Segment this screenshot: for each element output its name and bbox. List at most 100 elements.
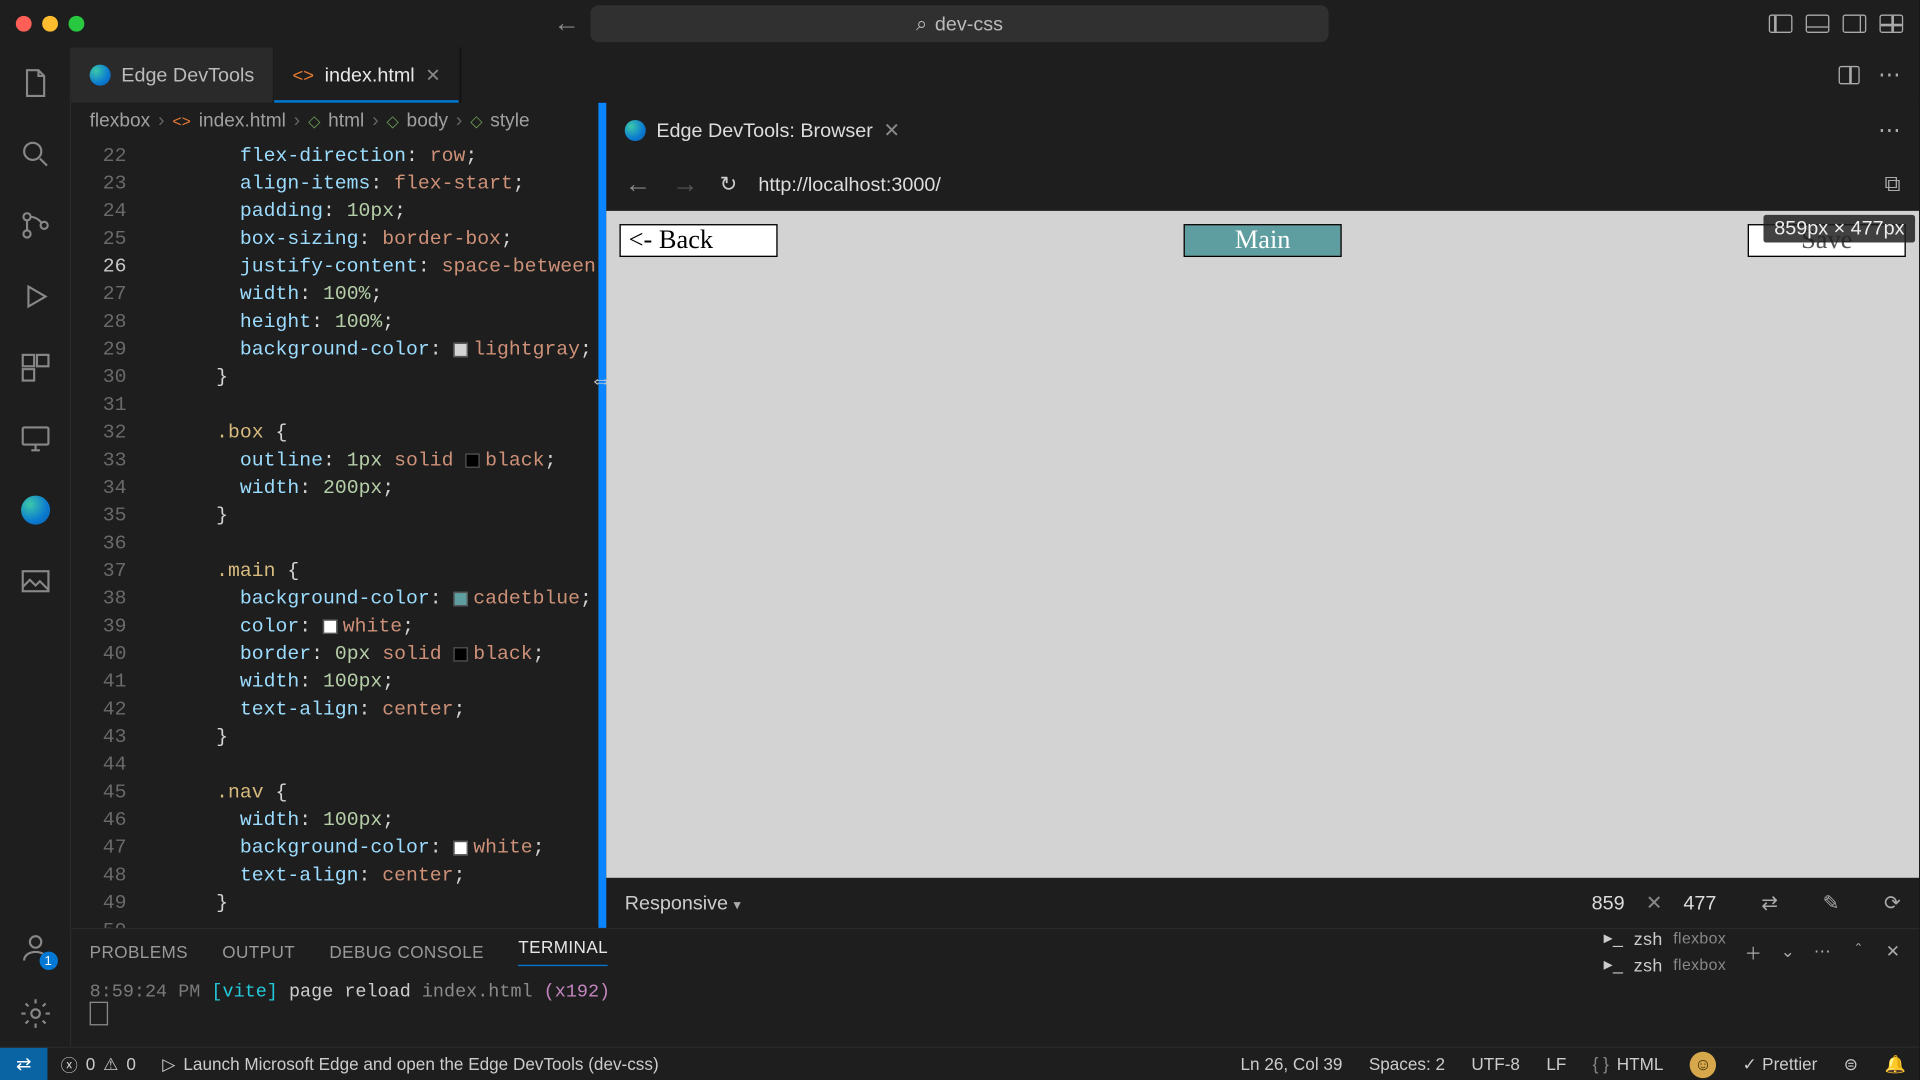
tab-browser[interactable]: Edge DevTools: Browser ✕ bbox=[606, 103, 918, 158]
search-icon[interactable] bbox=[18, 137, 52, 171]
close-window[interactable] bbox=[16, 16, 32, 32]
status-feedback-icon[interactable]: ⊜ bbox=[1831, 1054, 1872, 1075]
chevron-down-icon: ▾ bbox=[734, 897, 741, 913]
command-center[interactable]: ⌕ dev-css bbox=[590, 5, 1328, 42]
crumb[interactable]: style bbox=[490, 111, 529, 132]
bottom-panel: PROBLEMS OUTPUT DEBUG CONSOLE TERMINAL ▸… bbox=[71, 928, 1919, 1047]
warning-icon: ⚠ bbox=[103, 1054, 118, 1075]
activity-bar: 1 bbox=[0, 47, 71, 1046]
status-problems[interactable]: ⓧ0 ⚠0 bbox=[47, 1052, 149, 1077]
page-main-box[interactable]: Main bbox=[1185, 225, 1341, 255]
device-more-icon[interactable]: ⟳ bbox=[1884, 891, 1901, 915]
check-icon: ✓ bbox=[1743, 1054, 1757, 1075]
source-control-icon[interactable] bbox=[18, 208, 52, 242]
close-icon[interactable]: ✕ bbox=[425, 64, 440, 86]
more-actions-icon[interactable]: ⋯ bbox=[1878, 62, 1900, 88]
url-input[interactable] bbox=[758, 173, 1863, 195]
crumb[interactable]: html bbox=[328, 111, 364, 132]
run-debug-icon[interactable] bbox=[18, 279, 52, 313]
terminal-output[interactable]: 8:59:24 PM [vite] page reload index.html… bbox=[90, 982, 1901, 1039]
terminal-item[interactable]: ▸_zsh flexbox bbox=[1604, 928, 1726, 949]
status-encoding[interactable]: UTF-8 bbox=[1458, 1054, 1533, 1074]
tab-edge-devtools[interactable]: Edge DevTools bbox=[71, 47, 274, 102]
panel-tab-output[interactable]: OUTPUT bbox=[222, 942, 295, 962]
browser-pane: Edge DevTools: Browser ✕ ⋯ ← → ↻ ⧉ <- Ba… bbox=[606, 103, 1919, 928]
tab-index-html[interactable]: <> index.html ✕ bbox=[274, 47, 460, 102]
split-editor-icon[interactable] bbox=[1839, 66, 1860, 84]
crumb[interactable]: body bbox=[407, 111, 448, 132]
viewport-width[interactable]: 859 bbox=[1592, 892, 1625, 914]
edge-icon bbox=[625, 120, 646, 141]
accounts-badge: 1 bbox=[39, 952, 57, 970]
status-prettier[interactable]: ✓Prettier bbox=[1729, 1054, 1830, 1075]
panel-tab-problems[interactable]: PROBLEMS bbox=[90, 942, 188, 962]
breadcrumbs[interactable]: flexbox› <>index.html› ◇html› ◇body› ◇st… bbox=[71, 103, 598, 140]
accounts-icon[interactable]: 1 bbox=[18, 931, 52, 965]
layout-sidebar-right-icon[interactable] bbox=[1843, 14, 1867, 32]
window-controls bbox=[0, 16, 84, 32]
maximize-window[interactable] bbox=[69, 16, 85, 32]
device-mode-select[interactable]: Responsive ▾ bbox=[625, 892, 741, 914]
edge-icon bbox=[90, 65, 111, 86]
remote-indicator[interactable]: ⇄ bbox=[0, 1048, 47, 1080]
minimize-window[interactable] bbox=[42, 16, 58, 32]
code-editor[interactable]: 2223242526272829303132333435363738394041… bbox=[71, 140, 598, 928]
copilot-icon: ☺ bbox=[1690, 1051, 1716, 1077]
terminal-icon: ▸_ bbox=[1604, 954, 1624, 975]
status-cursor[interactable]: Ln 26, Col 39 bbox=[1227, 1054, 1355, 1074]
panel-tab-debug-console[interactable]: DEBUG CONSOLE bbox=[329, 942, 484, 962]
tab-label: index.html bbox=[325, 64, 415, 86]
pane-splitter[interactable]: ⇔ bbox=[598, 103, 606, 928]
status-indent[interactable]: Spaces: 2 bbox=[1356, 1054, 1459, 1074]
search-label: dev-css bbox=[935, 13, 1003, 35]
screenshot-icon[interactable]: ✎ bbox=[1823, 891, 1840, 915]
settings-gear-icon[interactable] bbox=[18, 996, 52, 1030]
extensions-icon[interactable] bbox=[18, 351, 52, 385]
dimension-separator: ✕ bbox=[1646, 891, 1663, 915]
editor-pane: flexbox› <>index.html› ◇html› ◇body› ◇st… bbox=[71, 103, 598, 928]
open-devtools-icon[interactable]: ⧉ bbox=[1885, 171, 1901, 197]
more-icon[interactable]: ⋯ bbox=[1814, 941, 1832, 962]
status-language[interactable]: { } HTML bbox=[1579, 1054, 1676, 1074]
status-copilot[interactable]: ☺ bbox=[1677, 1051, 1730, 1077]
status-eol[interactable]: LF bbox=[1533, 1054, 1579, 1074]
new-terminal-icon[interactable]: ＋ bbox=[1745, 939, 1763, 964]
maximize-panel-icon[interactable]: ＾ bbox=[1850, 939, 1868, 964]
close-panel-icon[interactable]: ✕ bbox=[1886, 941, 1901, 962]
terminal-icon: ▸_ bbox=[1604, 928, 1624, 949]
html-file-icon: <> bbox=[292, 65, 314, 86]
image-icon[interactable] bbox=[18, 564, 52, 598]
explorer-icon[interactable] bbox=[18, 66, 52, 100]
crumb[interactable]: flexbox bbox=[90, 111, 151, 132]
rotate-icon[interactable]: ⇄ bbox=[1761, 891, 1778, 915]
crumb[interactable]: index.html bbox=[199, 111, 286, 132]
browser-viewport[interactable]: <- Back Main Save 859px × 477px bbox=[606, 211, 1919, 878]
editor-tabs: Edge DevTools <> index.html ✕ ⋯ bbox=[71, 47, 1919, 102]
tab-label: Edge DevTools: Browser bbox=[656, 119, 872, 141]
nav-back-icon[interactable]: ← bbox=[554, 9, 580, 39]
terminal-list: ▸_zsh flexbox ▸_zsh flexbox bbox=[1604, 928, 1726, 975]
viewport-height[interactable]: 477 bbox=[1683, 892, 1716, 914]
panel-tab-terminal[interactable]: TERMINAL bbox=[518, 937, 608, 966]
terminal-item[interactable]: ▸_zsh flexbox bbox=[1604, 954, 1726, 975]
tab-label: Edge DevTools bbox=[121, 64, 254, 86]
browser-forward-icon[interactable]: → bbox=[672, 169, 698, 199]
remote-explorer-icon[interactable] bbox=[18, 422, 52, 456]
error-icon: ⓧ bbox=[61, 1052, 78, 1077]
status-bar: ⇄ ⓧ0 ⚠0 ▷ Launch Microsoft Edge and open… bbox=[0, 1046, 1919, 1080]
layout-sidebar-left-icon[interactable] bbox=[1769, 14, 1793, 32]
chevron-down-icon[interactable]: ⌄ bbox=[1781, 941, 1796, 962]
browser-toolbar: ← → ↻ ⧉ bbox=[606, 158, 1919, 211]
layout-customize-icon[interactable] bbox=[1879, 14, 1903, 32]
close-icon[interactable]: ✕ bbox=[883, 119, 900, 143]
play-icon: ▷ bbox=[162, 1054, 175, 1075]
titlebar: ← → ⌕ dev-css bbox=[0, 0, 1919, 47]
layout-panel-icon[interactable] bbox=[1806, 14, 1830, 32]
browser-back-icon[interactable]: ← bbox=[625, 169, 651, 199]
reload-icon[interactable]: ↻ bbox=[720, 171, 738, 197]
page-back-box[interactable]: <- Back bbox=[621, 225, 777, 255]
more-actions-icon[interactable]: ⋯ bbox=[1878, 117, 1900, 143]
status-bell-icon[interactable]: 🔔 bbox=[1871, 1054, 1919, 1075]
edge-tools-icon[interactable] bbox=[18, 493, 52, 527]
status-launch-task[interactable]: ▷ Launch Microsoft Edge and open the Edg… bbox=[149, 1054, 672, 1075]
